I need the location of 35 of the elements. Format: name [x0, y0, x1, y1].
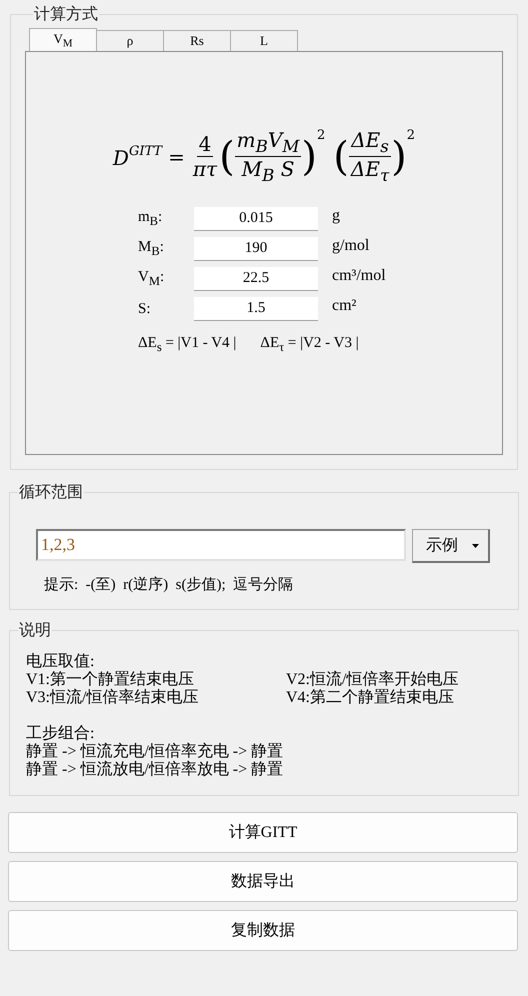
unit-label: cm² [332, 297, 358, 315]
note-text: V4:第二个静置结束电压 [286, 689, 455, 707]
note-text: V2:恒流/恒倍率开始电压 [286, 671, 460, 688]
delta-definition: ΔE$_{τ}$ = |V2 - V3 | [260, 335, 359, 355]
param-label: M$_{B}$: [138, 239, 165, 259]
note-text: V3:恒流/恒倍率结束电压 [26, 689, 200, 707]
unit-label: cm³/mol [332, 267, 387, 285]
unit-label: g/mol [332, 237, 370, 255]
unit-label: g [332, 207, 341, 225]
hint-text: 提示: -(至) r(逆序) s(步值); 逗号分隔 [44, 575, 294, 594]
input-field[interactable]: 1.5 [194, 297, 318, 321]
example-dropdown-button[interactable]: 示例 [412, 529, 490, 563]
note-text: 静置 -> 恒流充电/恒倍率充电 -> 静置 [26, 743, 284, 760]
caret-icon [472, 544, 479, 548]
input-field[interactable]: 0.015 [194, 207, 318, 231]
note-heading: 电压取值: [26, 653, 96, 671]
action-button[interactable]: 计算GITT [8, 812, 518, 853]
action-button[interactable]: 数据导出 [8, 861, 518, 902]
note-text: 静置 -> 恒流放电/恒倍率放电 -> 静置 [26, 761, 284, 779]
input-field[interactable]: 1,2,3 [36, 529, 406, 561]
note-heading: 工步组合: [26, 725, 96, 743]
tab[interactable]: L [230, 30, 298, 51]
action-button[interactable]: 复制数据 [8, 910, 518, 951]
param-label: S: [138, 300, 152, 318]
group-title: 计算方式 [33, 4, 99, 25]
param-label: V$_{M}$: [138, 269, 166, 289]
input-field[interactable]: 190 [194, 237, 318, 261]
delta-definition: ΔE$_{s}$ = |V1 - V4 | [138, 335, 236, 355]
input-field[interactable]: 22.5 [194, 267, 318, 291]
group-title: 说明 [18, 621, 52, 641]
tab[interactable]: V$_{M}$ [29, 28, 97, 51]
param-label: m$_{B}$: [138, 209, 164, 229]
tab[interactable]: ρ [96, 30, 164, 51]
group-title: 循环范围 [18, 482, 84, 503]
note-text: V1:第一个静置结束电压 [26, 671, 195, 688]
